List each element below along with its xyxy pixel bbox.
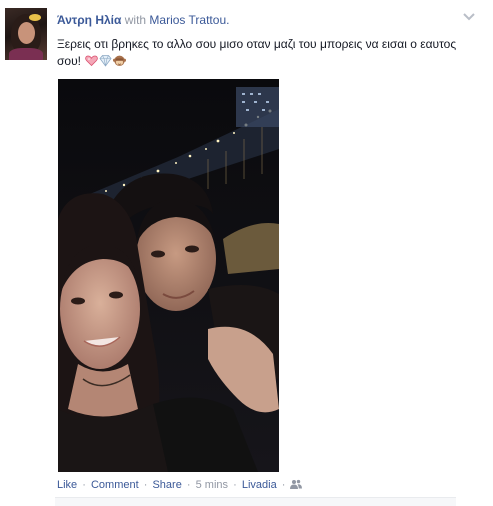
post-photo[interactable] (58, 79, 279, 472)
location-link[interactable]: Livadia (242, 479, 277, 491)
comment-link[interactable]: Comment (91, 479, 139, 491)
comment-area[interactable] (55, 497, 456, 506)
separator: · (233, 479, 237, 491)
share-link[interactable]: Share (152, 479, 181, 491)
separator: · (186, 479, 191, 491)
heart-icon (85, 55, 99, 67)
status-text: Ξερεις οτι βρηκες το αλλο σου μισο οταν … (57, 36, 467, 70)
post-header: Άντρη Ηλία with Marios Trattou. (57, 13, 229, 27)
photo-image (58, 79, 279, 472)
news-feed-post: Άντρη Ηλία with Marios Trattou. Ξερεις ο… (0, 0, 493, 506)
with-text: with (124, 13, 147, 27)
separator: · (143, 479, 148, 491)
chevron-down-icon[interactable] (462, 11, 476, 23)
monkey-icon (113, 55, 127, 66)
post-actions: Like · Comment · Share · 5 mins · Livadi… (57, 479, 303, 491)
like-link[interactable]: Like (57, 479, 77, 491)
author-name-link[interactable]: Άντρη Ηλία (57, 13, 121, 27)
separator: · (82, 479, 86, 491)
tagged-friend-link[interactable]: Marios Trattou. (149, 13, 229, 27)
diamond-icon (99, 55, 112, 67)
friends-icon[interactable] (290, 479, 303, 489)
timestamp[interactable]: 5 mins (196, 479, 228, 491)
separator: · (281, 479, 286, 491)
author-avatar[interactable] (5, 8, 47, 60)
